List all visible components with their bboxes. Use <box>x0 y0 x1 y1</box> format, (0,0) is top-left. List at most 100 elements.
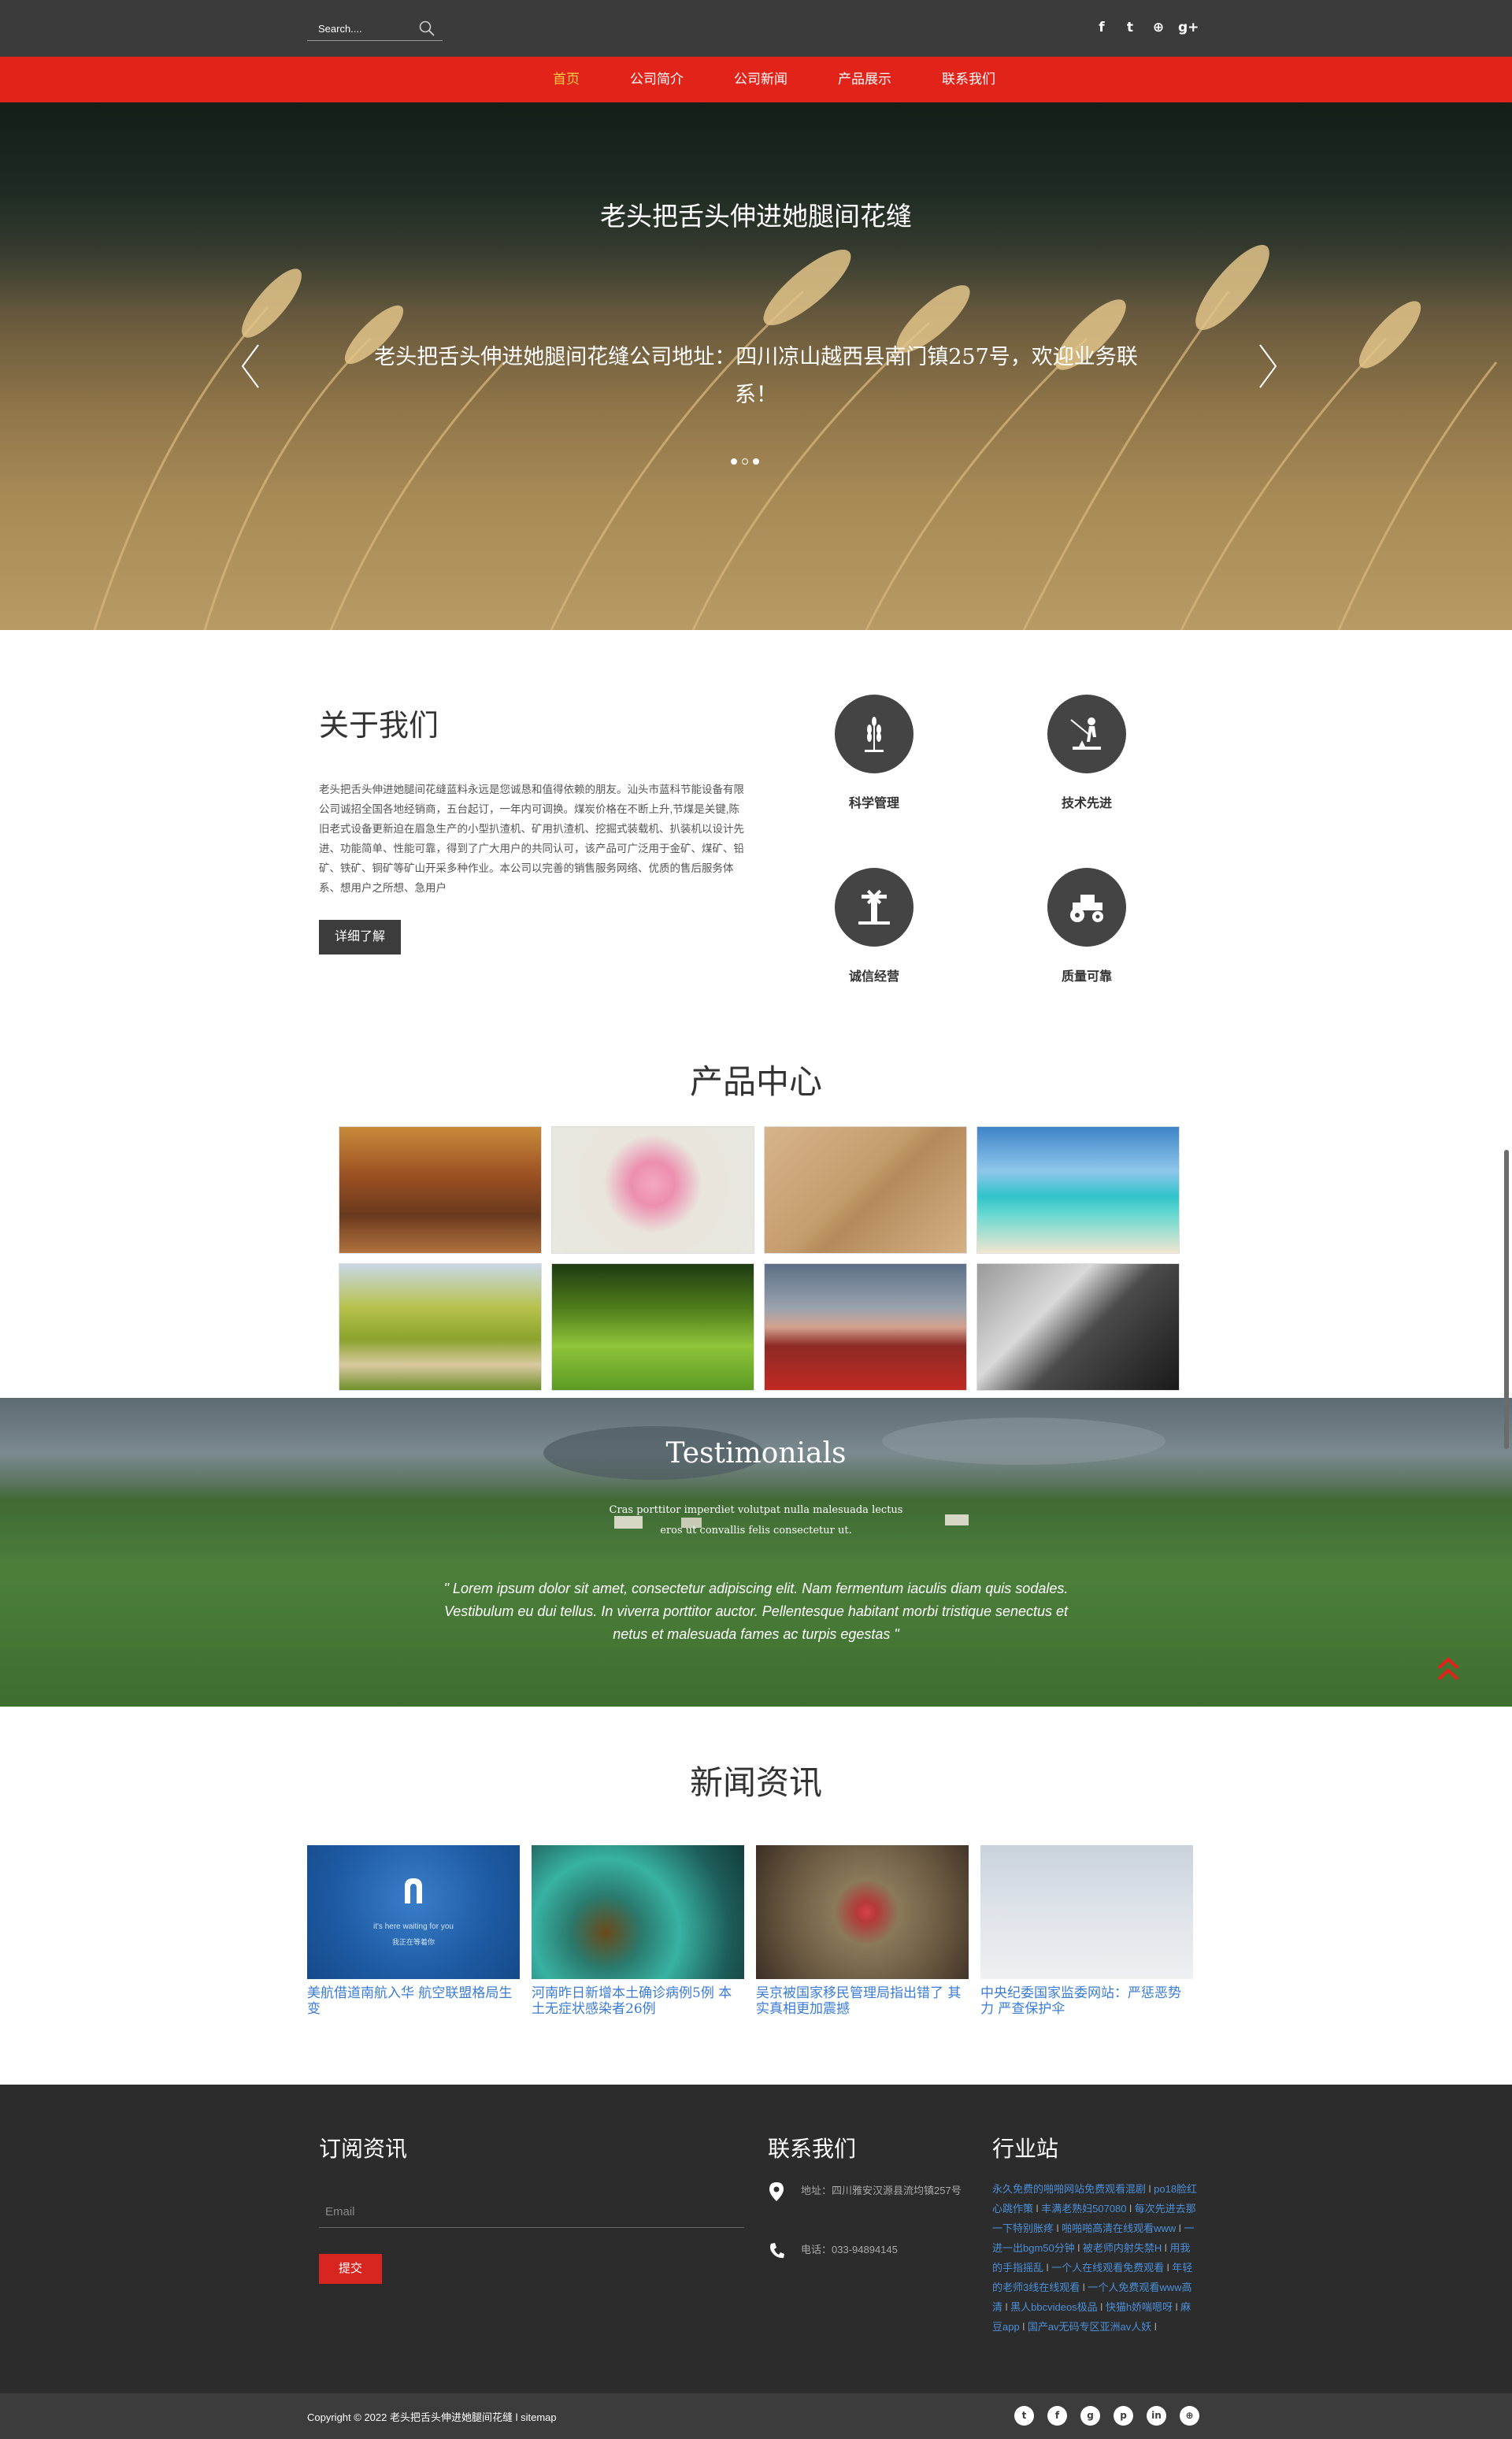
about-text: 老头把舌头伸进她腿间花缝蓝料永远是您诚恳和值得依赖的朋友。汕头市蓝科节能设备有限… <box>319 784 744 894</box>
industry-link[interactable]: 国产av无码专区亚洲av人妖 <box>1028 2321 1151 2333</box>
twitter-icon[interactable]: t <box>1121 19 1139 36</box>
slider-dot[interactable] <box>753 458 759 465</box>
product-image-sand-dune[interactable] <box>764 1126 967 1254</box>
industry-title: 行业站 <box>992 2136 1059 2162</box>
product-image-pink-flower[interactable] <box>551 1126 754 1254</box>
search-icon[interactable] <box>417 19 436 38</box>
industry-link[interactable]: 黑人bbcvideos极品 <box>1010 2301 1098 2313</box>
hero-text: 老头把舌头伸进她腿间花缝公司地址：四川凉山越西县南门镇257号，欢迎业务联系！ <box>374 345 1138 407</box>
testimonials-section: Testimonials Cras porttitor imperdiet vo… <box>0 1398 1512 1707</box>
dribbble-icon[interactable]: ⊕ <box>1180 2406 1199 2426</box>
chevron-left-icon[interactable] <box>235 339 266 394</box>
news-list: it's here waiting for you 我正在等着你 美航借道南航入… <box>307 1845 1197 2017</box>
industry-link[interactable]: 啪啪啪高清在线观看www <box>1062 2222 1176 2234</box>
news-item-title[interactable]: 河南昨日新增本土确诊病例5例 本土无症状感染者26例 <box>532 1985 744 2017</box>
product-image-tropical-beach[interactable] <box>976 1126 1180 1254</box>
chevron-right-icon[interactable] <box>1252 339 1284 394</box>
learn-more-button[interactable]: 详细了解 <box>319 920 401 954</box>
testimonials-title: Testimonials <box>665 1437 847 1470</box>
slider-dots <box>731 458 759 465</box>
hero-slider: 老头把舌头伸进她腿间花缝 老头把舌头伸进她腿间花缝公司地址：四川凉山越西县南门镇… <box>0 102 1512 630</box>
feature-label: 质量可靠 <box>1061 970 1112 984</box>
industry-link[interactable]: 一个人在线观看免费观看 <box>1051 2262 1164 2274</box>
industry-links: 永久免费的啪啪网站免费观看混剧 l po18脸红心跳作策 l 丰满老熟妇5070… <box>992 2183 1198 2333</box>
nav-products[interactable]: 产品展示 <box>813 57 917 102</box>
product-gallery <box>339 1126 1180 1391</box>
testimonials-subtitle: Cras porttitor imperdiet volutpat nulla … <box>609 1504 903 1536</box>
news-thumb[interactable] <box>756 1845 969 1979</box>
news-item-title[interactable]: 美航借道南航入华 航空联盟格局生变 <box>307 1985 520 2017</box>
search-box <box>307 16 443 41</box>
industry-link[interactable]: 丰满老熟妇507080 <box>1041 2203 1126 2215</box>
pinterest-icon[interactable]: p <box>1114 2406 1133 2426</box>
products-title: 产品中心 <box>689 1062 822 1101</box>
farmer-icon <box>1047 695 1126 773</box>
news-thumb[interactable]: it's here waiting for you 我正在等着你 <box>307 1845 520 1979</box>
wheat-icon <box>835 695 914 773</box>
product-image-red-field-sunset[interactable] <box>764 1263 967 1391</box>
news-item[interactable]: 吴京被国家移民管理局指出错了 其实真相更加震撼 <box>756 1845 969 2017</box>
news-title: 新闻资讯 <box>689 1763 822 1802</box>
nav-contact[interactable]: 联系我们 <box>917 57 1021 102</box>
industry-link[interactable]: 永久免费的啪啪网站免费观看混剧 <box>992 2183 1146 2195</box>
copyright-text: Copyright © 2022 老头把舌头伸进她腿间花缝 l sitemap <box>307 2411 557 2423</box>
phone-row: 电话：033-94894145 <box>768 2241 973 2261</box>
twitter-icon[interactable]: t <box>1014 2406 1034 2426</box>
nav-about[interactable]: 公司简介 <box>605 57 709 102</box>
phone-icon <box>770 2243 784 2259</box>
news-item-title[interactable]: 中央纪委国家监委网站：严惩恶势力 严查保护伞 <box>980 1985 1193 2017</box>
feature-label: 诚信经营 <box>848 970 899 984</box>
nav-news[interactable]: 公司新闻 <box>709 57 813 102</box>
nav-home[interactable]: 首页 <box>528 57 605 102</box>
facebook-icon[interactable]: f <box>1093 19 1110 36</box>
product-image-autumn-trees[interactable] <box>339 1126 542 1254</box>
about-title: 关于我们 <box>319 708 439 743</box>
social-links-top: f t ⊕ g+ <box>1093 16 1203 39</box>
product-image-eiffel-park[interactable] <box>339 1263 542 1391</box>
news-thumb[interactable] <box>532 1845 744 1979</box>
email-field[interactable] <box>319 2195 744 2228</box>
dribbble-icon[interactable]: ⊕ <box>1150 19 1167 36</box>
double-chevron-up-icon[interactable] <box>1435 1654 1462 1685</box>
bottom-bar: Copyright © 2022 老头把舌头伸进她腿间花缝 l sitemap … <box>0 2393 1512 2439</box>
phone-text: 电话：033-94894145 <box>801 2244 898 2256</box>
news-thumb[interactable] <box>980 1845 1193 1979</box>
slider-dot[interactable] <box>731 458 737 465</box>
social-links-bottom: t f g p in ⊕ <box>1014 2406 1199 2426</box>
news-item-title[interactable]: 吴京被国家移民管理局指出错了 其实真相更加震撼 <box>756 1985 969 2017</box>
news-item[interactable]: it's here waiting for you 我正在等着你 美航借道南航入… <box>307 1845 520 2017</box>
industry-link[interactable]: 快猫h娇喘嗯呀 <box>1106 2301 1173 2313</box>
top-bar: f t ⊕ g+ <box>0 0 1512 57</box>
footer: 订阅资讯 提交 联系我们 地址：四川雅安汉源县流均镇257号 电话：033-94… <box>0 2085 1512 2420</box>
linkedin-icon[interactable]: in <box>1147 2406 1166 2426</box>
page-scrollbar[interactable] <box>1504 1150 1509 1449</box>
thumb-caption-cn: 我正在等着你 <box>391 1938 435 1946</box>
facebook-icon[interactable]: f <box>1047 2406 1067 2426</box>
industry-link[interactable]: 被老师内射失禁H <box>1083 2242 1162 2254</box>
contact-title: 联系我们 <box>768 2136 857 2162</box>
feature-integrity: 诚信经营 <box>795 868 953 984</box>
slider-dot[interactable] <box>742 458 748 465</box>
email-field-wrap <box>319 2195 744 2228</box>
tractor-icon <box>1047 868 1126 947</box>
address-text: 地址：四川雅安汉源县流均镇257号 <box>801 2185 962 2196</box>
main-nav: 首页 公司简介 公司新闻 产品展示 联系我们 <box>0 57 1512 102</box>
search-input[interactable] <box>318 19 413 38</box>
app-logo-icon <box>405 1878 422 1903</box>
product-image-black-white-pier[interactable] <box>976 1263 1180 1391</box>
feature-label: 技术先进 <box>1061 797 1112 810</box>
google-plus-icon[interactable]: g <box>1080 2406 1100 2426</box>
feature-technology: 技术先进 <box>1008 695 1166 811</box>
product-image-green-forest[interactable] <box>551 1263 754 1391</box>
windmill-icon <box>835 868 914 947</box>
hero-title: 老头把舌头伸进她腿间花缝 <box>600 201 912 232</box>
news-item[interactable]: 河南昨日新增本土确诊病例5例 本土无症状感染者26例 <box>532 1845 744 2017</box>
feature-quality: 质量可靠 <box>1008 868 1166 984</box>
feature-management: 科学管理 <box>795 695 953 811</box>
thumb-caption: it's here waiting for you <box>373 1922 454 1931</box>
submit-button[interactable]: 提交 <box>319 2254 382 2284</box>
testimonial-quote: " Lorem ipsum dolor sit amet, consectetu… <box>443 1581 1069 1642</box>
google-plus-icon[interactable]: g+ <box>1178 19 1199 36</box>
news-item[interactable]: 中央纪委国家监委网站：严惩恶势力 严查保护伞 <box>980 1845 1193 2017</box>
address-row: 地址：四川雅安汉源县流均镇257号 <box>768 2181 973 2202</box>
